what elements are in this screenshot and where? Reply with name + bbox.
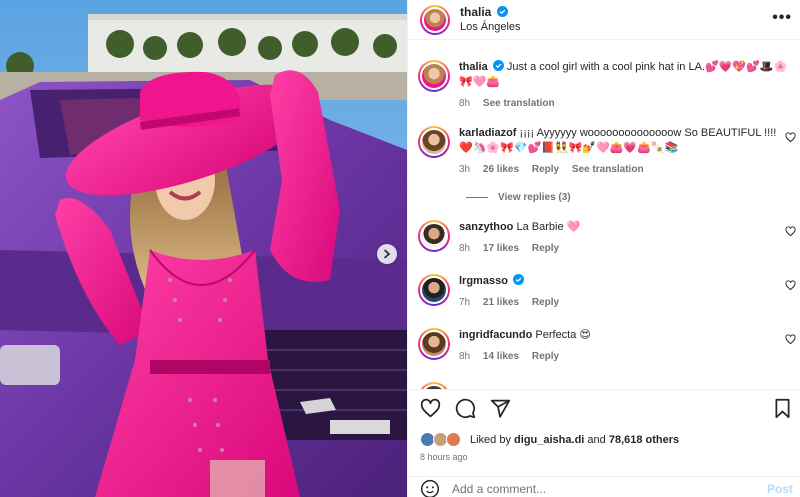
avatar[interactable] bbox=[418, 328, 450, 360]
author-username[interactable]: thalia bbox=[460, 5, 491, 19]
verified-icon bbox=[492, 60, 504, 71]
comment-likes[interactable]: 17 likes bbox=[483, 243, 519, 254]
comment-like-icon[interactable] bbox=[785, 334, 796, 345]
comment-like-icon[interactable] bbox=[785, 226, 796, 237]
likes-summary: Liked by digu_aisha.di and 78,618 others bbox=[420, 432, 679, 447]
liker-avatars[interactable] bbox=[420, 432, 464, 447]
liked-by-user[interactable]: digu_aisha.di bbox=[514, 434, 584, 446]
comment-like-icon[interactable] bbox=[785, 280, 796, 291]
post-side-panel: thalia Los Ángeles ••• thalia Just a coo… bbox=[407, 0, 800, 497]
see-translation-link[interactable]: See translation bbox=[483, 98, 555, 109]
reply-button[interactable]: Reply bbox=[532, 164, 559, 175]
emoji-icon[interactable] bbox=[420, 479, 440, 497]
comment-input[interactable]: Add a comment... bbox=[452, 482, 546, 496]
next-arrow-icon bbox=[384, 249, 391, 259]
liked-by-prefix: Liked by bbox=[470, 433, 511, 446]
post-header: thalia Los Ángeles ••• bbox=[408, 0, 800, 40]
reply-button[interactable]: Reply bbox=[532, 243, 559, 254]
comment-like-icon[interactable] bbox=[785, 132, 796, 143]
avatar[interactable] bbox=[418, 274, 450, 306]
reply-button[interactable]: Reply bbox=[532, 351, 559, 362]
verified-icon bbox=[496, 5, 508, 17]
post-actions: Liked by digu_aisha.di and 78,618 others… bbox=[408, 389, 800, 497]
comment-text: Perfecta 😍 bbox=[535, 329, 591, 341]
verified-icon bbox=[512, 274, 524, 285]
comment-likes[interactable]: 14 likes bbox=[483, 351, 519, 362]
see-translation-link[interactable]: See translation bbox=[572, 164, 644, 175]
comment-time: 7h bbox=[459, 297, 471, 308]
comment-username[interactable]: lrgmasso bbox=[459, 275, 508, 287]
comment-icon[interactable] bbox=[455, 398, 476, 419]
next-photo-button[interactable] bbox=[377, 244, 397, 264]
comment-likes[interactable]: 26 likes bbox=[483, 164, 519, 175]
post-viewer: thalia Los Ángeles ••• thalia Just a coo… bbox=[0, 0, 800, 497]
add-comment-bar: Add a comment... Post bbox=[408, 476, 800, 497]
comment-likes[interactable]: 21 likes bbox=[483, 297, 519, 308]
bookmark-icon[interactable] bbox=[772, 398, 793, 419]
heart-icon[interactable] bbox=[420, 398, 441, 419]
more-options-icon[interactable]: ••• bbox=[772, 10, 792, 26]
avatar[interactable] bbox=[418, 382, 450, 389]
comment-username[interactable]: ingridfacundo bbox=[459, 329, 532, 341]
reply-button[interactable]: Reply bbox=[532, 297, 559, 308]
share-icon[interactable] bbox=[490, 398, 511, 419]
comment-time: 8h bbox=[459, 351, 471, 362]
caption-username[interactable]: thalia bbox=[459, 61, 488, 73]
photo-scene bbox=[0, 0, 407, 497]
avatar[interactable] bbox=[418, 60, 450, 92]
comments-list[interactable]: thalia Just a cool girl with a cool pink… bbox=[408, 52, 800, 389]
comment-text: La Barbie 🩷 bbox=[516, 221, 581, 233]
comment-username[interactable]: sanzythoo bbox=[459, 221, 513, 233]
post-photo[interactable] bbox=[0, 0, 407, 497]
caption-text: Just a cool girl with a cool pink hat in… bbox=[459, 61, 788, 88]
post-timestamp[interactable]: 8 hours ago bbox=[420, 452, 468, 462]
comment-username[interactable]: karladiazof bbox=[459, 127, 516, 139]
avatar[interactable] bbox=[418, 220, 450, 252]
liked-by-and: and bbox=[587, 433, 606, 446]
view-replies-button[interactable]: View replies (3) bbox=[466, 192, 571, 203]
author-info: thalia Los Ángeles bbox=[460, 5, 521, 35]
comment-time: 8h bbox=[459, 243, 471, 254]
avatar[interactable] bbox=[418, 126, 450, 158]
post-location[interactable]: Los Ángeles bbox=[460, 20, 521, 35]
author-avatar[interactable] bbox=[420, 4, 450, 35]
liked-by-others[interactable]: 78,618 others bbox=[609, 434, 679, 446]
post-comment-button[interactable]: Post bbox=[767, 482, 793, 496]
comment-time: 3h bbox=[459, 164, 471, 175]
caption-time: 8h bbox=[459, 98, 471, 109]
